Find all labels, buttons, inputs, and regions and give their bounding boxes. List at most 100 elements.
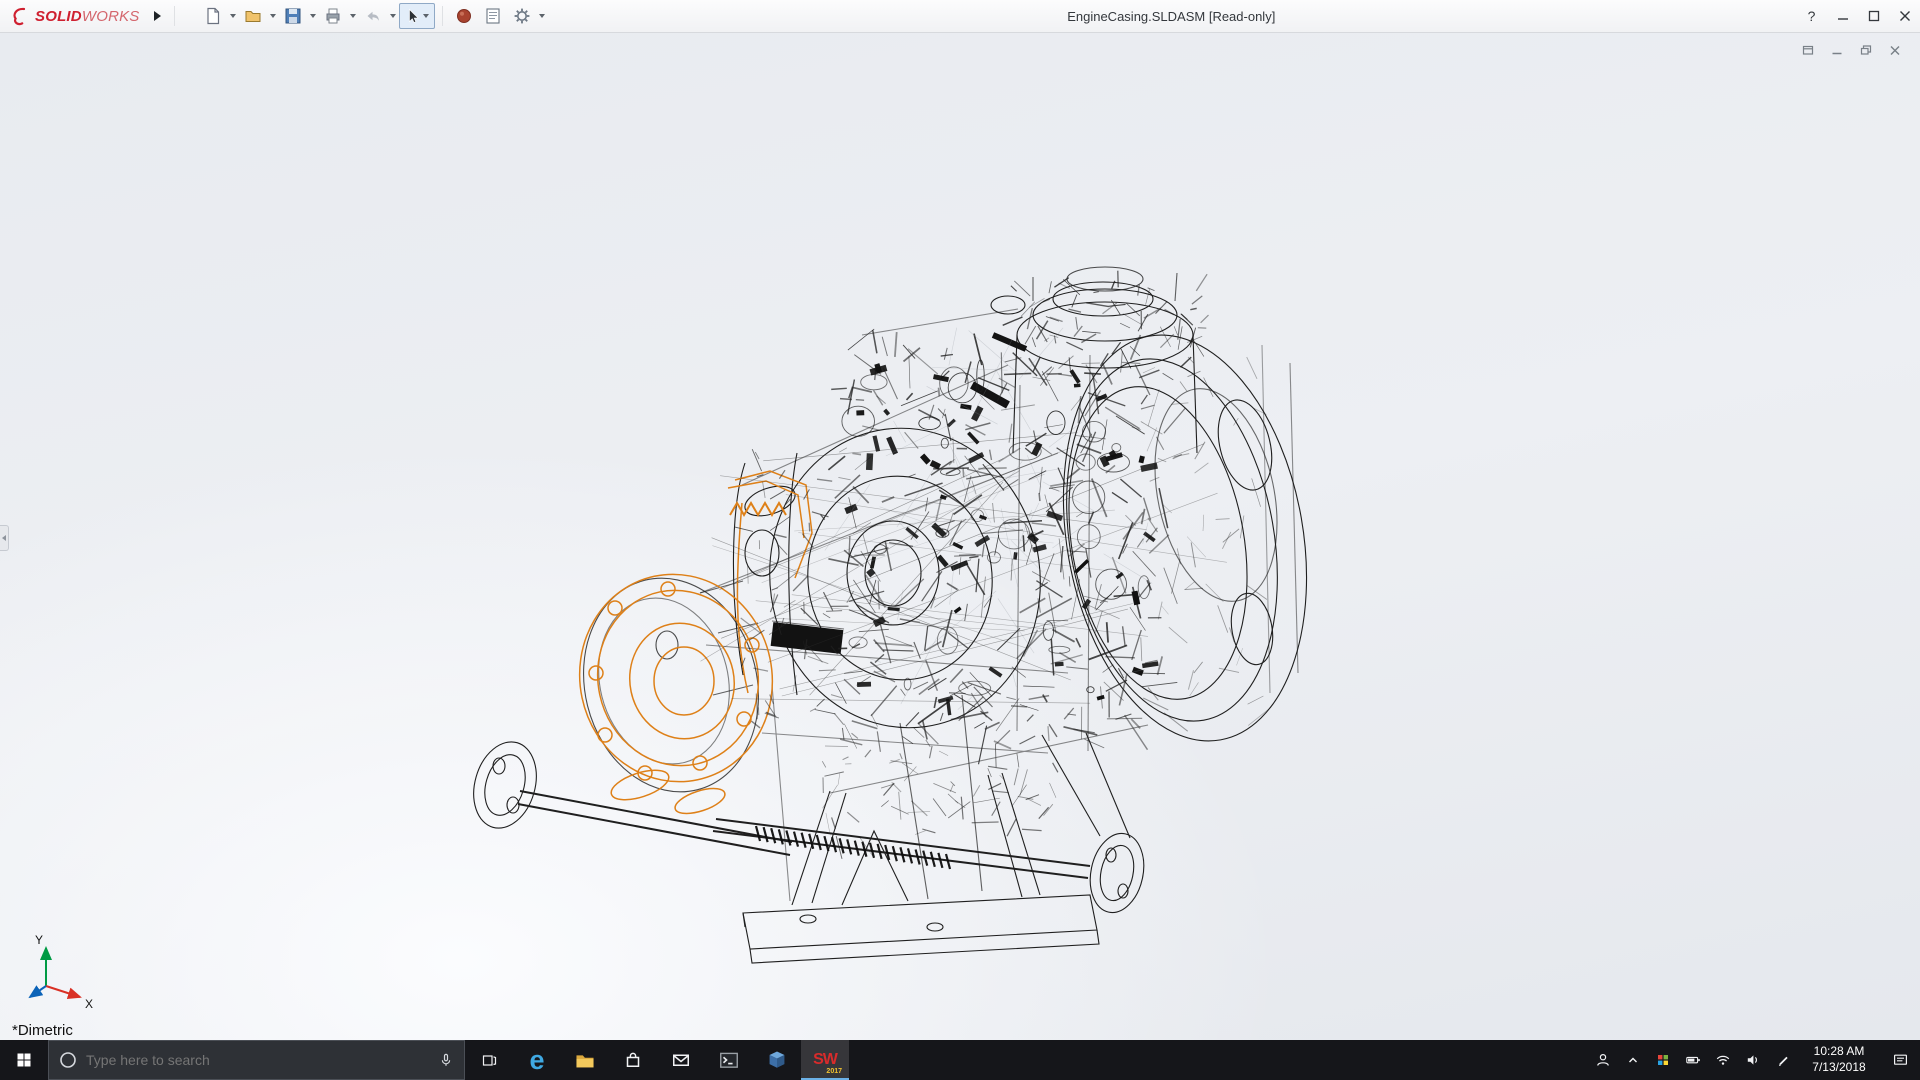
taskbar-clock[interactable]: 10:28 AM 7/13/2018 xyxy=(1798,1044,1880,1075)
print-dropdown-icon[interactable] xyxy=(350,14,356,18)
close-icon xyxy=(1899,10,1911,22)
doc-minimize-icon xyxy=(1830,43,1844,57)
toolbar-separator xyxy=(442,6,443,26)
search-input[interactable] xyxy=(86,1052,429,1068)
taskbar-app-terminal[interactable] xyxy=(705,1040,753,1080)
system-tray: 10:28 AM 7/13/2018 xyxy=(1588,1040,1920,1080)
select-dropdown-icon[interactable] xyxy=(423,14,429,18)
pinned-apps: e xyxy=(513,1040,849,1080)
solidworks-app-icon: SW 2017 xyxy=(810,1046,840,1074)
cortana-icon xyxy=(59,1051,77,1069)
new-dropdown-icon[interactable] xyxy=(230,14,236,18)
dassault-swirl-icon xyxy=(10,6,30,26)
volume-icon xyxy=(1745,1052,1761,1068)
windows-logo-icon xyxy=(16,1052,32,1068)
maximize-button[interactable] xyxy=(1858,0,1889,32)
doc-minimize-button[interactable] xyxy=(1826,41,1848,58)
feature-panel-handle[interactable] xyxy=(0,525,9,551)
select-tool-button[interactable] xyxy=(399,3,435,29)
appearance-button[interactable] xyxy=(450,3,478,29)
expand-arrow-icon xyxy=(154,11,161,21)
print-icon xyxy=(323,6,343,26)
minimize-icon xyxy=(1837,10,1849,22)
taskbar-app-file-explorer[interactable] xyxy=(561,1040,609,1080)
doc-restore-icon xyxy=(1859,43,1873,57)
power-tray-button[interactable] xyxy=(1678,1040,1708,1080)
taskbar-search-box[interactable] xyxy=(48,1040,465,1080)
save-icon xyxy=(283,6,303,26)
mail-icon xyxy=(671,1050,691,1070)
network-tray-button[interactable] xyxy=(1708,1040,1738,1080)
minimize-button[interactable] xyxy=(1827,0,1858,32)
doc-close-button[interactable] xyxy=(1884,41,1906,58)
graphics-viewport[interactable]: Y X *Dimetric xyxy=(0,33,1920,1040)
sphere-icon xyxy=(454,6,474,26)
new-document-button[interactable] xyxy=(199,3,227,29)
close-button[interactable] xyxy=(1889,0,1920,32)
properties-sheet-button[interactable] xyxy=(479,3,507,29)
window-icon xyxy=(1801,43,1815,57)
taskbar-app-cad-tool[interactable] xyxy=(753,1040,801,1080)
save-dropdown-icon[interactable] xyxy=(310,14,316,18)
gear-icon xyxy=(512,6,532,26)
edge-icon: e xyxy=(529,1047,544,1074)
view-orientation-label: *Dimetric xyxy=(12,1022,73,1039)
taskbar-app-edge[interactable]: e xyxy=(513,1040,561,1080)
taskbar-app-solidworks[interactable]: SW 2017 xyxy=(801,1040,849,1080)
undo-dropdown-icon[interactable] xyxy=(390,14,396,18)
sw-logo-text: SW xyxy=(813,1051,837,1069)
undo-icon xyxy=(363,6,383,26)
action-center-button[interactable] xyxy=(1880,1040,1920,1080)
solidworks-window: SOLIDWORKS xyxy=(0,0,1920,1080)
sheet-icon xyxy=(483,6,503,26)
taskbar-app-store[interactable] xyxy=(609,1040,657,1080)
options-button[interactable] xyxy=(508,3,536,29)
help-icon: ? xyxy=(1808,8,1816,24)
colored-app-tray-button[interactable] xyxy=(1648,1040,1678,1080)
triad-y-label: Y xyxy=(35,933,43,947)
people-button[interactable] xyxy=(1588,1040,1618,1080)
maximize-icon xyxy=(1868,10,1880,22)
action-center-icon xyxy=(1892,1052,1909,1069)
terminal-icon xyxy=(718,1049,740,1071)
chevron-up-icon xyxy=(1626,1053,1640,1067)
brand-light: WORKS xyxy=(82,8,140,25)
open-dropdown-icon[interactable] xyxy=(270,14,276,18)
save-button[interactable] xyxy=(279,3,307,29)
store-bag-icon xyxy=(623,1050,643,1070)
toolbar-separator xyxy=(174,6,175,26)
quick-access-toolbar xyxy=(199,3,547,29)
float-window-button[interactable] xyxy=(1797,41,1819,58)
clock-time: 10:28 AM xyxy=(1798,1044,1880,1060)
wireframe-model[interactable] xyxy=(0,33,1920,1040)
open-button[interactable] xyxy=(239,3,267,29)
collapse-arrow-icon xyxy=(2,535,6,541)
file-explorer-icon xyxy=(574,1049,596,1071)
pen-tray-button[interactable] xyxy=(1768,1040,1798,1080)
taskbar-app-mail[interactable] xyxy=(657,1040,705,1080)
microphone-icon[interactable] xyxy=(438,1052,454,1068)
people-icon xyxy=(1595,1052,1611,1068)
triad-x-label: X xyxy=(85,997,93,1011)
volume-tray-button[interactable] xyxy=(1738,1040,1768,1080)
task-view-icon xyxy=(481,1052,498,1069)
print-button[interactable] xyxy=(319,3,347,29)
doc-restore-button[interactable] xyxy=(1855,41,1877,58)
help-button[interactable]: ? xyxy=(1796,0,1827,32)
orientation-triad: Y X xyxy=(16,930,100,1014)
windows-taskbar: e xyxy=(0,1040,1920,1080)
brand-text: SOLIDWORKS xyxy=(35,8,140,25)
menu-expand-button[interactable] xyxy=(148,6,168,26)
show-hidden-icons-button[interactable] xyxy=(1618,1040,1648,1080)
doc-close-icon xyxy=(1888,43,1902,57)
pen-icon xyxy=(1776,1053,1791,1068)
undo-button[interactable] xyxy=(359,3,387,29)
sw-year-text: 2017 xyxy=(826,1068,842,1075)
brand-bold: SOLID xyxy=(35,8,82,25)
blue-cube-icon xyxy=(766,1049,788,1071)
start-button[interactable] xyxy=(0,1040,48,1080)
options-dropdown-icon[interactable] xyxy=(539,14,545,18)
open-folder-icon xyxy=(243,6,263,26)
task-view-button[interactable] xyxy=(465,1040,513,1080)
window-controls: ? xyxy=(1796,0,1920,32)
